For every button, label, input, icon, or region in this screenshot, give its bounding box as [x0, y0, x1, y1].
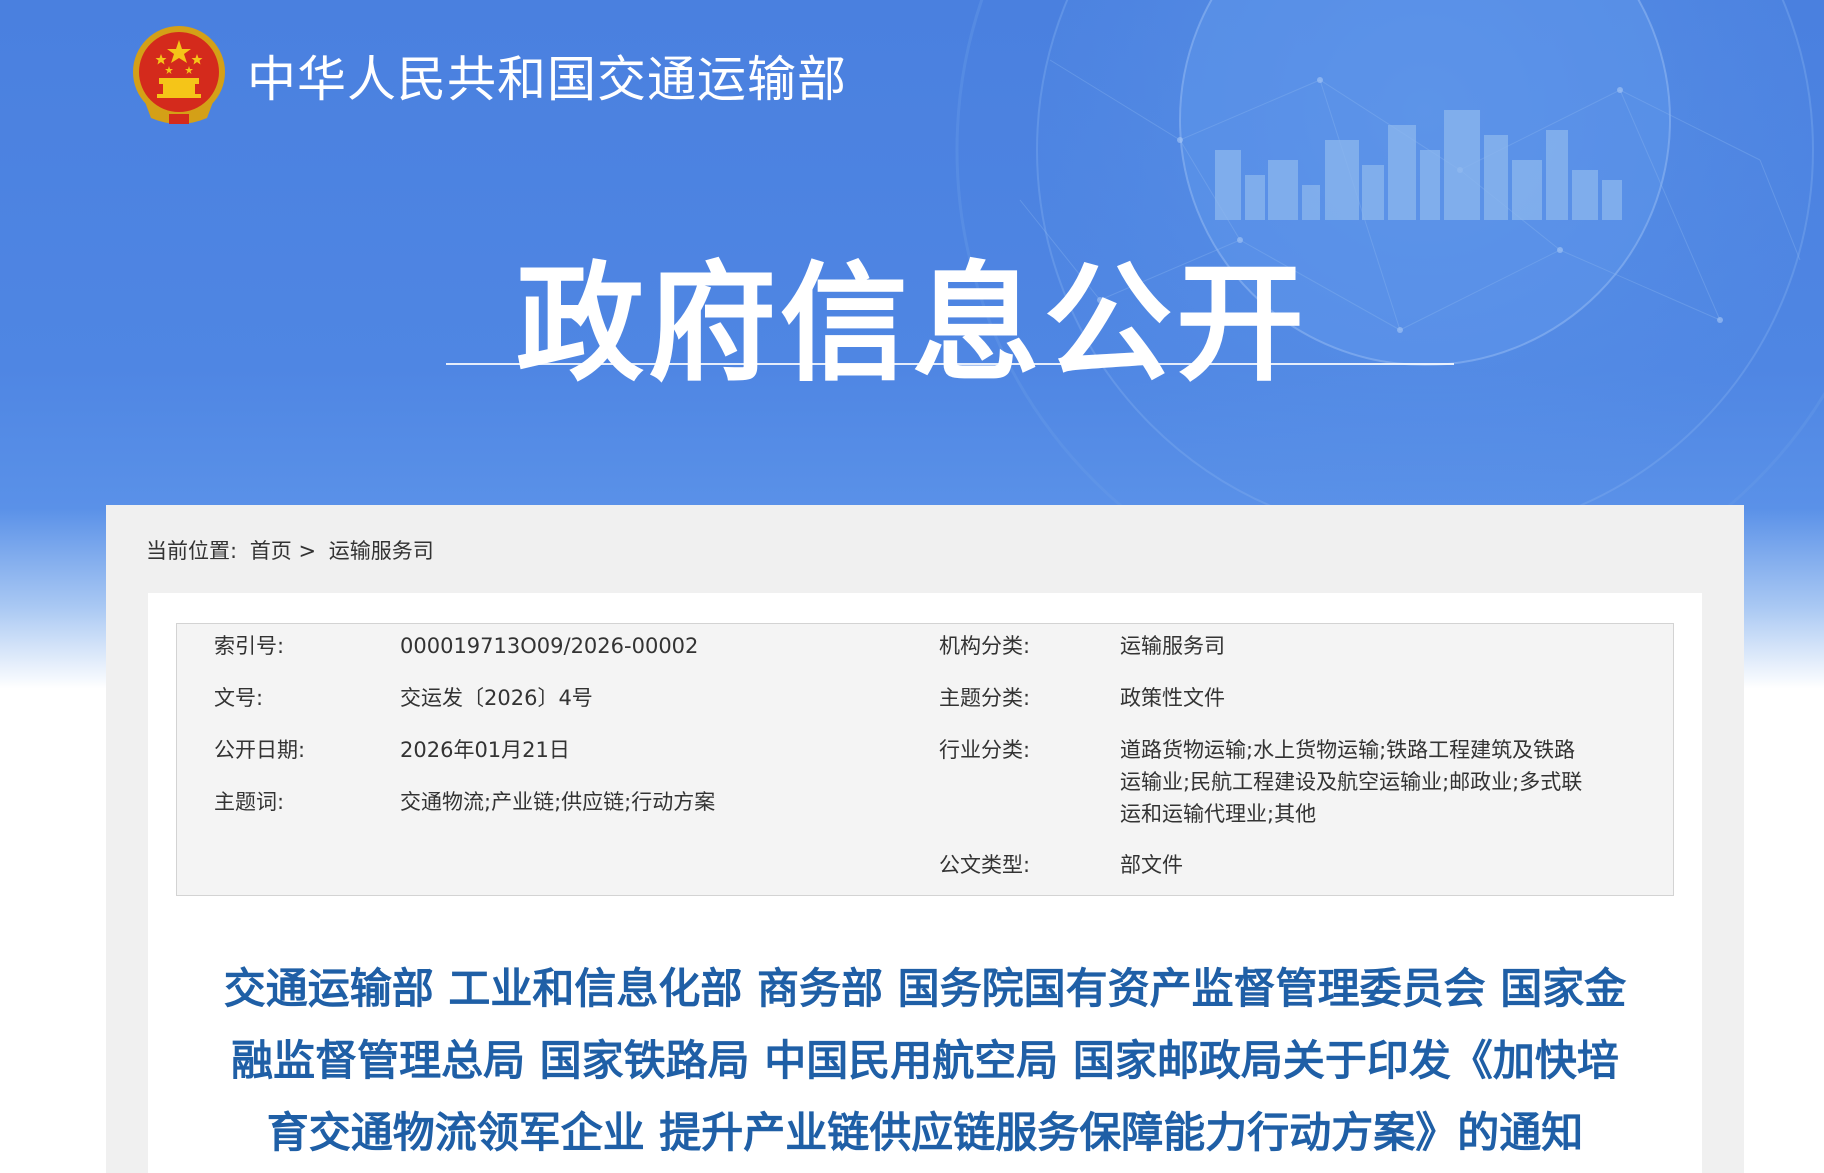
document-title-line: 育交通物流领军企业 提升产业链供应链服务保障能力行动方案》的通知 — [266, 1108, 1584, 1157]
industry-line: 运输业;民航工程建设及航空运输业;邮政业;多式联 — [1120, 770, 1583, 794]
doc-type-label: 公文类型: — [939, 853, 1031, 877]
keywords-value: 交通物流;产业链;供应链;行动方案 — [400, 790, 716, 814]
article-panel: 索引号: 000019713O09/2026-00002 文号: 交运发〔202… — [148, 593, 1702, 1173]
publish-date-label: 公开日期: — [214, 738, 306, 762]
industry-label: 行业分类: — [939, 738, 1031, 762]
breadcrumb-home-link[interactable]: 首页 — [250, 539, 292, 563]
site-logo[interactable]: 中华人民共和国交通运输部 — [127, 22, 847, 128]
topic-label: 主题分类: — [939, 686, 1031, 710]
industry-line: 道路货物运输;水上货物运输;铁路工程建筑及铁路 — [1120, 738, 1576, 762]
doc-no-label: 文号: — [214, 686, 264, 710]
document-title-line: 融监督管理总局 国家铁路局 中国民用航空局 国家邮政局关于印发《加快培 — [231, 1036, 1619, 1085]
industry-value: 道路货物运输;水上货物运输;铁路工程建筑及铁路 运输业;民航工程建设及航空运输业… — [1120, 734, 1620, 830]
page: 中华人民共和国交通运输部 政府信息公开 当前位置: 首页 > 运输服务司 索引号… — [0, 0, 1824, 1173]
banner-underline — [446, 363, 1454, 365]
document-title: 交通运输部 工业和信息化部 商务部 国务院国有资产监督管理委员会 国家金 融监督… — [148, 953, 1702, 1169]
ministry-name: 中华人民共和国交通运输部 — [247, 50, 848, 108]
topic-value: 政策性文件 — [1120, 686, 1225, 710]
breadcrumb: 当前位置: 首页 > 运输服务司 — [146, 535, 434, 565]
metadata-table: 索引号: 000019713O09/2026-00002 文号: 交运发〔202… — [176, 623, 1674, 896]
breadcrumb-separator: > — [298, 539, 317, 563]
industry-line: 运和运输代理业;其他 — [1120, 802, 1317, 826]
doc-type-value: 部文件 — [1120, 853, 1183, 877]
org-value: 运输服务司 — [1120, 634, 1225, 658]
publish-date-value: 2026年01月21日 — [400, 738, 570, 762]
banner-title: 政府信息公开 — [515, 250, 1308, 399]
national-emblem-icon — [133, 26, 225, 124]
document-title-line: 交通运输部 工业和信息化部 商务部 国务院国有资产监督管理委员会 国家金 — [223, 964, 1627, 1013]
breadcrumb-current-link[interactable]: 运输服务司 — [329, 539, 434, 563]
doc-no-value: 交运发〔2026〕4号 — [400, 686, 593, 710]
org-label: 机构分类: — [939, 634, 1031, 658]
index-no-value: 000019713O09/2026-00002 — [400, 634, 699, 658]
index-no-label: 索引号: — [214, 634, 285, 658]
breadcrumb-prefix: 当前位置: — [146, 539, 238, 563]
content-card: 当前位置: 首页 > 运输服务司 索引号: 000019713O09/2026-… — [106, 505, 1744, 1173]
keywords-label: 主题词: — [214, 790, 285, 814]
